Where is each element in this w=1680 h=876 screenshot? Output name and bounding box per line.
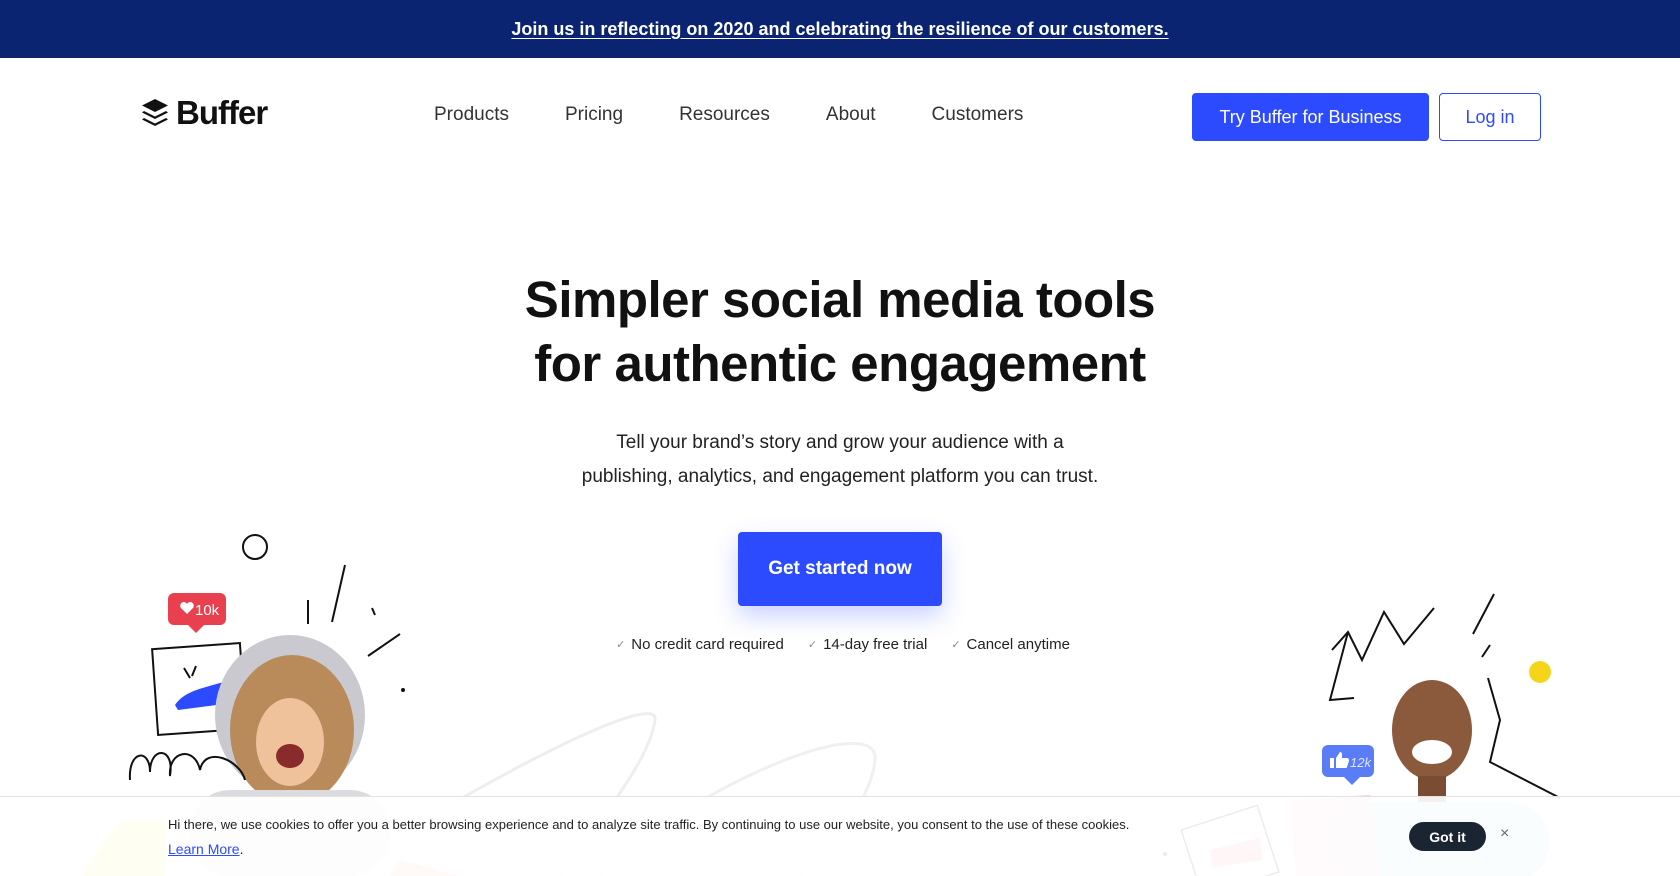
check-icon: ✓ [807, 639, 818, 651]
check-icon: ✓ [951, 639, 961, 651]
period: . [239, 841, 244, 857]
hero-subtitle-line-2: publishing, analytics, and engagement pl… [581, 466, 1099, 487]
menu-item-about[interactable]: About [826, 104, 876, 126]
doodle-circle [242, 534, 268, 560]
heart-icon [180, 602, 194, 614]
hero-subtitle: Tell your brand’s story and grow your au… [0, 426, 1680, 494]
benefit-label: No credit card required [631, 636, 784, 653]
cookie-learn-more-row: Learn More. [168, 841, 243, 857]
trial-benefits: ✓ No credit card required ✓ 14-day free … [0, 636, 1680, 653]
cookie-message: Hi there, we use cookies to offer you a … [168, 817, 1130, 832]
thumbs-count: 12k [1350, 755, 1372, 770]
menu-item-resources[interactable]: Resources [679, 104, 770, 126]
yellow-dot [1529, 661, 1551, 683]
menu-item-customers[interactable]: Customers [932, 104, 1024, 126]
like-count: 10k [195, 602, 220, 619]
benefit-item: ✓ No credit card required [616, 636, 784, 653]
benefit-item: ✓ Cancel anytime [951, 636, 1070, 653]
thumbs-up-icon [1330, 752, 1349, 768]
buffer-stack-icon [142, 99, 168, 126]
announcement-link[interactable]: Join us in reflecting on 2020 and celebr… [511, 19, 1168, 40]
menu-item-products[interactable]: Products [434, 104, 509, 126]
cookie-accept-button[interactable]: Got it [1409, 822, 1486, 851]
hero-title-line-1: Simpler social media tools [524, 271, 1156, 328]
get-started-button[interactable]: Get started now [738, 532, 942, 606]
try-business-button[interactable]: Try Buffer for Business [1192, 93, 1429, 141]
benefit-item: ✓ 14-day free trial [808, 636, 927, 653]
cookie-banner: Hi there, we use cookies to offer you a … [0, 796, 1680, 876]
benefit-label: 14-day free trial [823, 636, 928, 653]
buffer-logo[interactable]: Buffer [140, 94, 268, 132]
check-icon: ✓ [616, 639, 626, 651]
logo-text: Buffer [176, 94, 268, 131]
close-icon[interactable]: × [1500, 825, 1509, 843]
thumbs-badge: 12k [1322, 745, 1374, 785]
shoe-photo [151, 641, 247, 737]
benefit-label: Cancel anytime [966, 636, 1070, 653]
login-button[interactable]: Log in [1439, 93, 1541, 141]
hero-title-line-2: for authentic engagement [534, 335, 1146, 392]
menu-item-pricing[interactable]: Pricing [565, 104, 623, 126]
top-navigation: Buffer Products Pricing Resources About … [0, 58, 1680, 174]
hero-subtitle-line-1: Tell your brand’s story and grow your au… [616, 432, 1064, 453]
hero-title: Simpler social media tools for authentic… [0, 268, 1680, 396]
like-badge: 10k [168, 593, 226, 633]
learn-more-link[interactable]: Learn More [168, 841, 240, 857]
main-menu: Products Pricing Resources About Custome… [434, 104, 1023, 126]
announcement-banner: Join us in reflecting on 2020 and celebr… [0, 0, 1680, 58]
